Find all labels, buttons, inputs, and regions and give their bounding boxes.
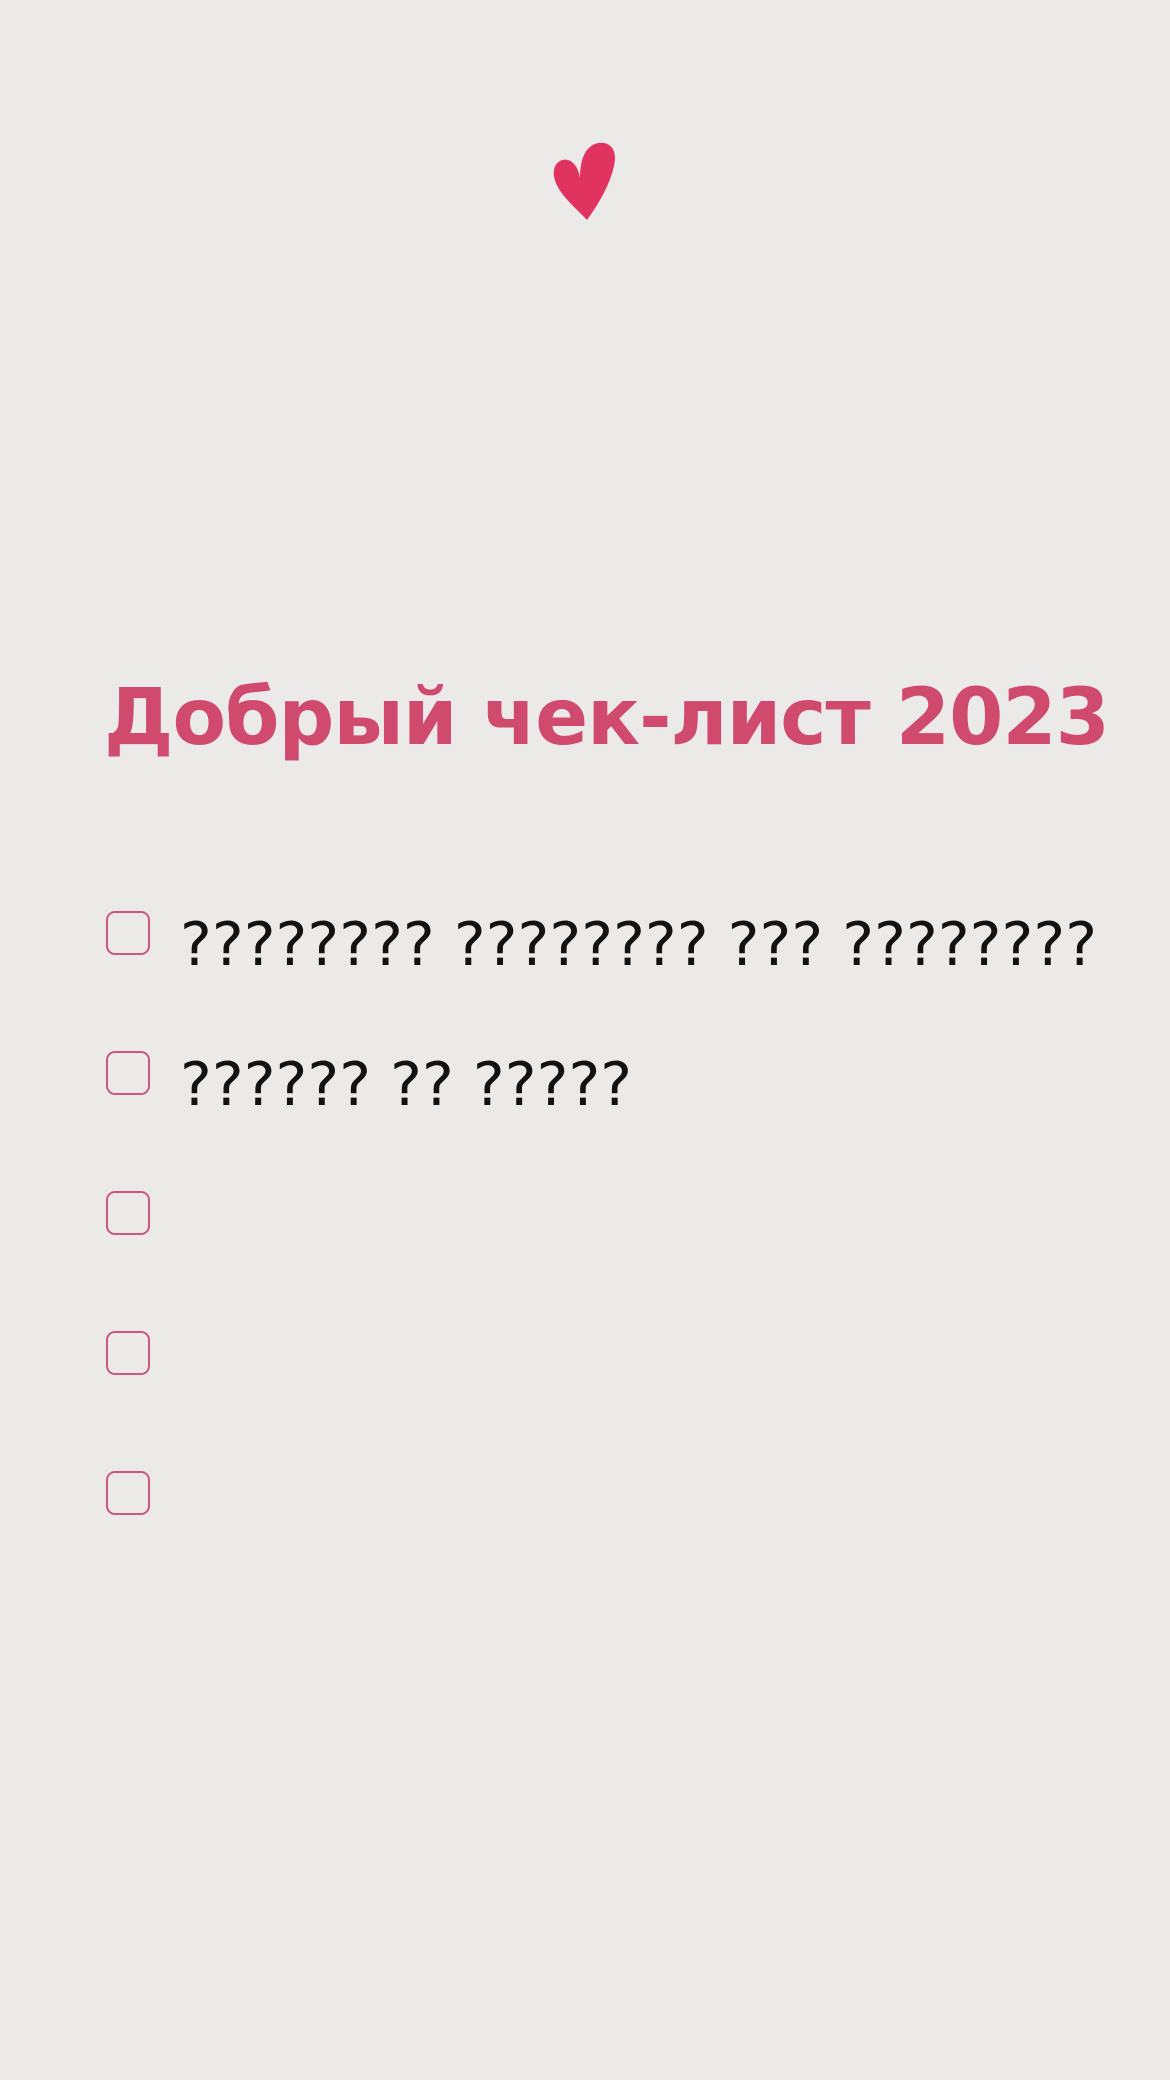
- checklist-item: [104, 1325, 1170, 1465]
- checklist-item-text: ?????? ?? ?????: [180, 1050, 633, 1120]
- checklist-item: [104, 1465, 1170, 1605]
- checkbox[interactable]: [106, 1331, 150, 1375]
- checklist-item: ???????? ???????? ??? ????????: [104, 905, 1170, 1045]
- checkbox[interactable]: [106, 1051, 150, 1095]
- checklist-item-text: ???????? ???????? ??? ????????: [180, 910, 1098, 980]
- story-page: Добрый чек-лист 2023 ???????? ???????? ?…: [0, 0, 1170, 2080]
- checkbox[interactable]: [106, 911, 150, 955]
- checklist-item: [104, 1185, 1170, 1325]
- checklist: ???????? ???????? ??? ???????? ?????? ??…: [104, 905, 1170, 1605]
- page-title: Добрый чек-лист 2023: [104, 673, 1110, 763]
- heart-icon: [553, 142, 616, 220]
- checklist-item: ?????? ?? ?????: [104, 1045, 1170, 1185]
- checkbox[interactable]: [106, 1471, 150, 1515]
- checkbox[interactable]: [106, 1191, 150, 1235]
